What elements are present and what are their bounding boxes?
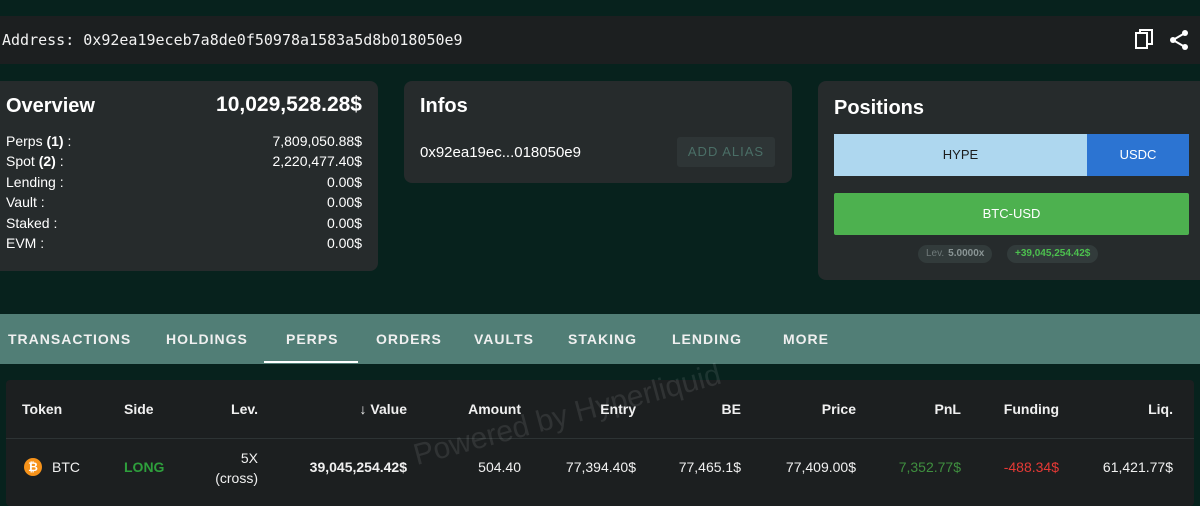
- add-alias-button[interactable]: ADD ALIAS: [677, 137, 775, 167]
- perps-table: Token Side Lev. ↓ Value Amount Entry BE …: [6, 380, 1194, 506]
- infos-short-address: 0x92ea19ec...018050e9: [420, 144, 581, 161]
- cell-value: 39,045,254.42$: [309, 459, 407, 475]
- sort-down-arrow-icon: ↓: [359, 401, 367, 417]
- overview-row-vault: Vault : 0.00$: [6, 194, 362, 214]
- header-value[interactable]: ↓ Value: [306, 401, 407, 417]
- address-value[interactable]: 0x92ea19eceb7a8de0f50978a1583a5d8b018050…: [83, 31, 462, 49]
- overview-value: 0.00$: [326, 194, 362, 210]
- bitcoin-icon: ₿: [24, 458, 42, 476]
- cell-lev: 5X (cross): [215, 450, 258, 486]
- overview-value: 0.00$: [326, 174, 362, 190]
- infos-card: Infos 0x92ea19ec...018050e9 ADD ALIAS: [404, 81, 792, 183]
- row-divider: [6, 438, 1194, 439]
- overview-value: 0.00$: [326, 215, 362, 231]
- pnl-badge: +39,045,254.42$: [1007, 245, 1099, 263]
- header-pnl[interactable]: PnL: [906, 401, 961, 417]
- header-amount[interactable]: Amount: [436, 401, 521, 417]
- overview-row-evm: EVM : 0.00$: [6, 235, 362, 255]
- overview-label: Vault :: [6, 194, 45, 210]
- overview-row-lending: Lending : 0.00$: [6, 174, 362, 194]
- tab-transactions[interactable]: TRANSACTIONS: [8, 314, 131, 364]
- overview-label: EVM :: [6, 235, 45, 251]
- overview-value: 7,809,050.88$: [272, 133, 362, 149]
- overview-label: Lending :: [6, 174, 64, 190]
- header-price[interactable]: Price: [786, 401, 856, 417]
- header-side[interactable]: Side: [124, 401, 154, 417]
- address-text: Address: 0x92ea19eceb7a8de0f50978a1583a5…: [2, 31, 463, 49]
- share-icon[interactable]: [1167, 28, 1191, 52]
- overview-row-staked: Staked : 0.00$: [6, 215, 362, 235]
- cell-liq: 61,421.77$: [1102, 459, 1173, 475]
- positions-card: Positions HYPE USDC BTC-USD Lev. 5.0000x …: [818, 81, 1200, 280]
- leverage-badge: Lev. 5.0000x: [918, 245, 993, 263]
- positions-title: Positions: [834, 97, 925, 119]
- tab-more[interactable]: MORE: [783, 314, 829, 364]
- overview-total: 10,029,528.28$: [216, 93, 362, 116]
- overview-card: Overview 10,029,528.28$ Perps (1) : 7,80…: [0, 81, 378, 271]
- address-bar: Address: 0x92ea19eceb7a8de0f50978a1583a5…: [0, 16, 1200, 64]
- cell-entry: 77,394.40$: [565, 459, 636, 475]
- tab-bar: TRANSACTIONS HOLDINGS PERPS ORDERS VAULT…: [0, 314, 1200, 364]
- cell-be: 77,465.1$: [678, 459, 741, 475]
- overview-value: 0.00$: [326, 235, 362, 251]
- cell-funding: -488.34$: [1003, 459, 1059, 475]
- tab-staking[interactable]: STAKING: [568, 314, 637, 364]
- overview-row-perps: Perps (1) : 7,809,050.88$: [6, 133, 362, 153]
- overview-label: Perps (1) :: [6, 133, 72, 149]
- cell-pnl: 7,352.77$: [898, 459, 961, 475]
- tab-vaults[interactable]: VAULTS: [474, 314, 534, 364]
- cell-token: BTC: [52, 459, 80, 475]
- address-label: Address:: [2, 31, 75, 49]
- header-funding[interactable]: Funding: [986, 401, 1059, 417]
- position-usdc-button[interactable]: USDC: [1087, 134, 1189, 176]
- header-liq[interactable]: Liq.: [1106, 401, 1173, 417]
- cell-amount: 504.40: [478, 459, 521, 475]
- copy-icon[interactable]: [1133, 28, 1157, 52]
- position-hype-button[interactable]: HYPE: [834, 134, 1087, 176]
- overview-value: 2,220,477.40$: [272, 153, 362, 169]
- tab-perps[interactable]: PERPS: [286, 314, 338, 364]
- overview-label: Spot (2) :: [6, 153, 64, 169]
- tab-lending[interactable]: LENDING: [672, 314, 742, 364]
- cell-price: 77,409.00$: [785, 459, 856, 475]
- overview-label: Staked :: [6, 215, 58, 231]
- infos-title: Infos: [420, 95, 468, 117]
- active-tab-indicator: [264, 361, 358, 363]
- overview-row-spot: Spot (2) : 2,220,477.40$: [6, 153, 362, 173]
- header-lev[interactable]: Lev.: [206, 401, 258, 417]
- position-btc-usd-button[interactable]: BTC-USD: [834, 193, 1189, 235]
- tab-holdings[interactable]: HOLDINGS: [166, 314, 248, 364]
- cell-side: LONG: [124, 459, 165, 475]
- header-token[interactable]: Token: [22, 401, 62, 417]
- tab-orders[interactable]: ORDERS: [376, 314, 442, 364]
- overview-title: Overview: [6, 95, 95, 117]
- header-entry[interactable]: Entry: [546, 401, 636, 417]
- header-be[interactable]: BE: [686, 401, 741, 417]
